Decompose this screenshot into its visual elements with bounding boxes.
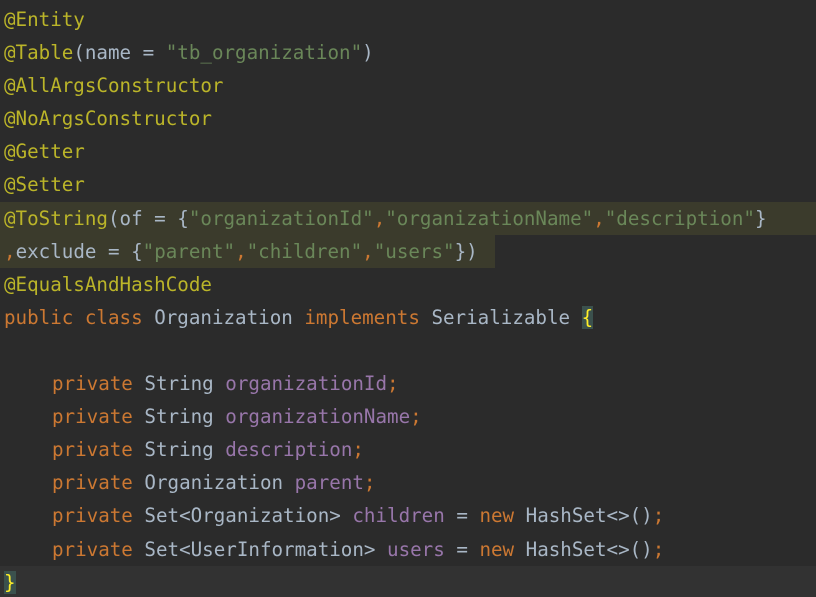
code-line-10[interactable]: public class Organization implements Ser… [0,301,816,334]
code-token: = [456,537,480,561]
code-token: parent [294,471,364,495]
code-token: HashSet<>() [525,504,653,528]
code-token: private [52,537,145,561]
code-token: @EqualsAndHashCode [4,272,212,296]
code-token: exclude = { [15,239,143,263]
code-token: , [373,206,386,230]
code-line-3[interactable]: @AllArgsConstructor [0,69,816,102]
code-token: new [479,504,526,528]
code-token: private [52,438,145,462]
code-token: ; [352,438,364,462]
code-token: @Setter [4,173,85,197]
code-token: "organizationName" [385,206,594,230]
code-line-11-blank[interactable] [0,334,816,367]
code-token: organizationId [225,372,388,396]
code-token: (name = [73,41,166,65]
code-token: "organizationId" [188,206,374,230]
code-line-14[interactable]: private String description; [0,433,816,466]
code-token: implements [304,305,432,329]
code-line-17[interactable]: private Set<UserInformation> users = new… [0,533,816,566]
code-token: Set<Organization> [144,504,353,528]
code-token: @ToString [4,206,108,230]
code-token: (of = { [107,206,189,230]
code-line-5[interactable]: @Getter [0,135,816,168]
code-token: Organization [144,471,295,495]
code-token: "children" [246,239,363,263]
code-token: = [456,504,480,528]
code-token: "tb_organization" [165,41,363,65]
code-line-8-selected[interactable]: ,exclude = {"parent","children","users"}… [0,234,816,268]
code-token: users [387,537,457,561]
code-line-4[interactable]: @NoArgsConstructor [0,102,816,135]
code-line-18-current[interactable]: } [0,565,816,597]
code-token: , [4,239,16,263]
code-token: { [581,305,594,329]
code-token: private [52,405,145,429]
code-token: "parent" [142,239,236,263]
code-token: } [4,570,16,594]
code-token: ; [387,372,399,396]
code-line-6[interactable]: @Setter [0,168,816,201]
code-line-2[interactable]: @Table(name = "tb_organization") [0,36,816,69]
code-line-9[interactable]: @EqualsAndHashCode [0,268,816,301]
code-token: public class [4,305,155,329]
code-token: @NoArgsConstructor [4,107,212,131]
code-token: private [52,372,145,396]
code-token: ; [652,504,665,528]
code-token: ; [410,405,422,429]
code-token: , [235,239,247,263]
code-token: @Getter [4,140,85,164]
code-token: ) [362,41,374,65]
code-token: @Entity [4,8,85,31]
code-token: ; [363,471,376,495]
code-token: ; [652,537,665,561]
code-token: "description" [604,206,755,230]
code-token: Organization [154,305,305,329]
code-token: description [225,438,353,462]
code-token: @Table [4,41,74,65]
code-line-15[interactable]: private Organization parent; [0,466,816,499]
code-line-12[interactable]: private String organizationId; [0,367,816,400]
code-token: "users" [373,239,455,263]
code-token: private [52,471,145,495]
code-token: organizationName [225,405,411,429]
code-token: children [352,504,457,528]
code-line-1[interactable]: @Entity [0,3,816,36]
code-token: private [52,504,145,528]
code-token: HashSet<>() [525,537,653,561]
code-line-13[interactable]: private String organizationName; [0,400,816,433]
code-token: , [362,239,374,263]
code-token: , [593,206,605,230]
code-line-16[interactable]: private Set<Organization> children = new… [0,499,816,532]
code-editor[interactable]: @Entity @Table(name = "tb_organization")… [0,0,816,597]
code-line-7-selected[interactable]: @ToString(of = {"organizationId","organi… [0,201,816,235]
code-token: }) [454,239,478,263]
code-token: @AllArgsConstructor [4,74,224,98]
code-token: Serializable [431,305,582,329]
code-token: String [144,372,226,396]
code-token: } [754,206,767,230]
code-token: String [144,405,226,429]
code-token: new [479,537,526,561]
code-token: Set<UserInformation> [144,537,388,561]
code-token: String [144,438,226,462]
